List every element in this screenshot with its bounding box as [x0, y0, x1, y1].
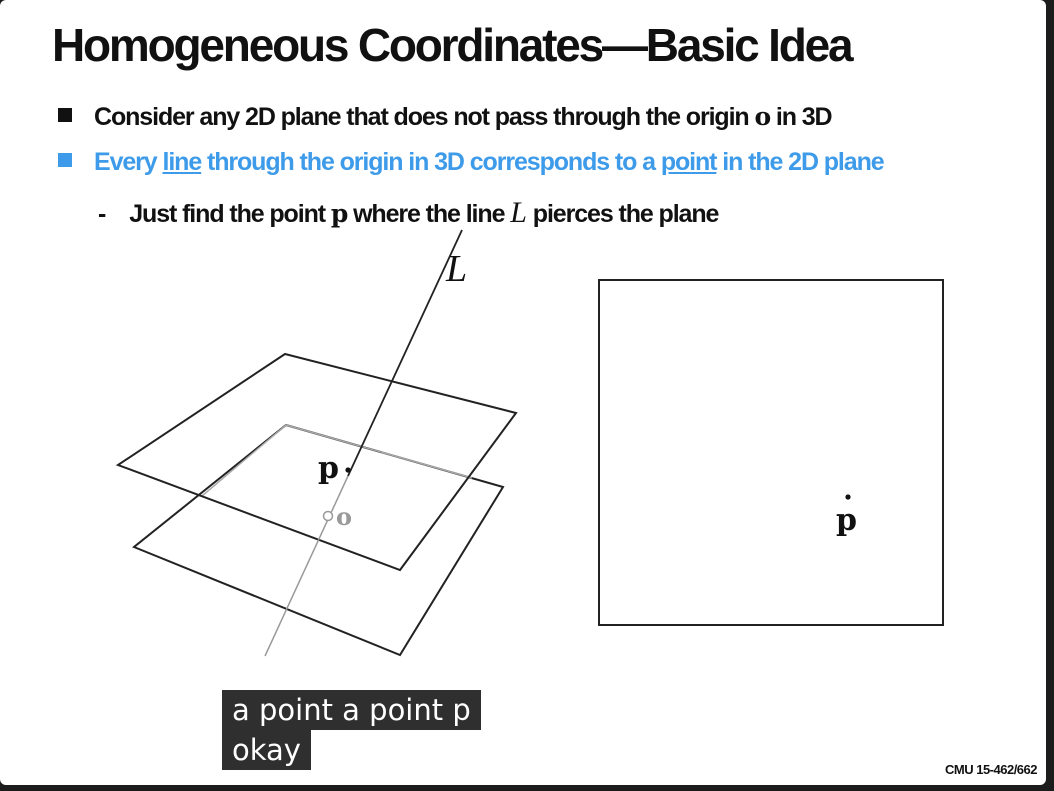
origin-point — [322, 510, 334, 522]
diagram-label-L: L — [445, 248, 467, 290]
caption-line-1: a point a point p — [222, 690, 481, 730]
projection-diagram: p o L p — [115, 229, 944, 657]
diagram-label-p: p — [318, 451, 339, 486]
slide-frame: Homogeneous Coordinates—Basic Idea Consi… — [0, 0, 1046, 785]
course-footer: CMU 15-462/662 — [945, 762, 1038, 777]
line-L-upper — [347, 229, 463, 477]
diagram-label-o: o — [336, 502, 352, 531]
video-captions: a point a point p okay — [222, 690, 481, 770]
caption-line-2: okay — [222, 730, 311, 770]
plane-point — [845, 494, 851, 500]
upper-plane — [115, 352, 518, 572]
pierce-point — [345, 467, 351, 473]
plane-label-p: p — [836, 503, 857, 538]
plane-2d-view — [598, 279, 944, 626]
